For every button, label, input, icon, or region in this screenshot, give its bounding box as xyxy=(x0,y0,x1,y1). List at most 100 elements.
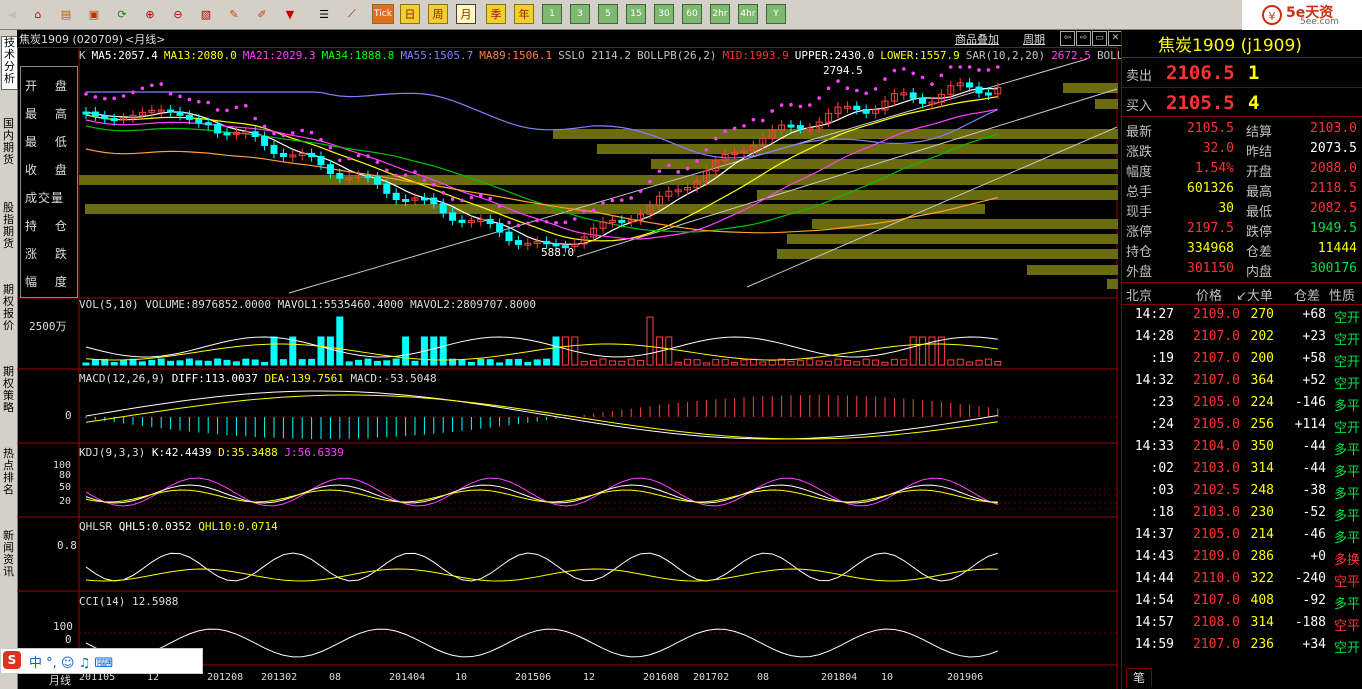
sar-dot xyxy=(911,71,915,76)
day-button[interactable]: 日 xyxy=(400,4,420,24)
tick-row[interactable]: 14:28 2107.0 202 +23 空开 xyxy=(1122,329,1362,349)
stats-row: 幅度 1.54% 开盘 2088.0 xyxy=(1122,160,1362,180)
tick-row[interactable]: :19 2107.0 200 +58 空开 xyxy=(1122,351,1362,371)
x-tick-label: 10 xyxy=(881,672,894,683)
min-15-button[interactable]: 15 xyxy=(626,4,646,24)
filter-icon[interactable]: ▼ xyxy=(280,4,300,24)
min-1-button[interactable]: 1 xyxy=(542,4,562,24)
volume-bar xyxy=(185,358,193,366)
volume-bar xyxy=(392,358,400,366)
scroll-right-icon[interactable]: ⇨ xyxy=(1076,31,1091,46)
back-icon[interactable]: ◀ xyxy=(2,4,22,24)
week-button[interactable]: 周 xyxy=(428,4,448,24)
sar-dot xyxy=(197,99,201,104)
tab-news[interactable]: 新闻资讯 xyxy=(1,530,16,580)
tick-row[interactable]: :02 2103.0 314 -44 多平 xyxy=(1122,461,1362,481)
tick-price: 2108.0 xyxy=(1193,615,1240,630)
scroll-left-icon[interactable]: ⇦ xyxy=(1060,31,1075,46)
mid-trend-line xyxy=(576,88,1118,258)
home-icon[interactable]: ⌂ xyxy=(28,4,48,24)
sar-dot xyxy=(732,126,737,131)
zoom-out-icon[interactable]: ⊖ xyxy=(168,4,188,24)
sar-dot xyxy=(103,96,107,101)
ime-status[interactable]: 中 °, ☺ ♫ ⌨ xyxy=(29,652,113,671)
tick-row[interactable]: 14:32 2107.0 364 +52 空开 xyxy=(1122,373,1362,393)
header-nature: 性质 xyxy=(1329,289,1356,304)
tab-hot-ranking[interactable]: 热点排名 xyxy=(1,448,16,498)
tick-nature: 多平 xyxy=(1333,597,1360,612)
volume-bar xyxy=(467,361,475,366)
news-icon[interactable]: ▣ xyxy=(84,4,104,24)
sar-dot xyxy=(770,109,774,113)
vol-ma1-line xyxy=(85,336,998,358)
tab-technical-analysis[interactable]: 技术分析 xyxy=(1,36,18,90)
tick-nature: 空开 xyxy=(1333,421,1360,436)
chart-canvas[interactable] xyxy=(17,47,1118,689)
list-icon[interactable]: ☰ xyxy=(314,4,334,24)
min-60-button[interactable]: 60 xyxy=(682,4,702,24)
tick-row[interactable]: :18 2103.0 230 -52 多平 xyxy=(1122,505,1362,525)
zoom-in-icon[interactable]: ⊕ xyxy=(140,4,160,24)
tick-row[interactable]: 14:33 2104.0 350 -44 多平 xyxy=(1122,439,1362,459)
refresh-icon[interactable]: ⟳ xyxy=(112,4,132,24)
quarter-button[interactable]: 季 xyxy=(486,4,506,24)
tick-row[interactable]: :23 2105.0 224 -146 多平 xyxy=(1122,395,1362,415)
tab-domestic-futures[interactable]: 国内期货 xyxy=(1,118,16,168)
sar-dot xyxy=(779,103,784,107)
price-legend-item: BOLL xyxy=(1096,49,1124,62)
hr-2-button[interactable]: 2hr xyxy=(710,4,730,24)
volume-bar xyxy=(345,361,353,366)
volume-bar xyxy=(947,359,955,366)
tick-row[interactable]: 14:43 2109.0 286 +0 多换 xyxy=(1122,549,1362,569)
hr-4-button[interactable]: 4hr xyxy=(738,4,758,24)
book-icon[interactable]: ▤ xyxy=(56,4,76,24)
draw-icon[interactable]: ✎ xyxy=(224,4,244,24)
period-title: <月线> xyxy=(125,33,166,46)
tick-row[interactable]: 14:27 2109.0 270 +68 空开 xyxy=(1122,307,1362,327)
sar-dot xyxy=(413,170,417,174)
marker-icon[interactable]: ✐ xyxy=(252,4,272,24)
min-30-button[interactable]: 30 xyxy=(654,4,674,24)
custom-period-button[interactable]: Y xyxy=(766,4,786,24)
commodity-overlay-button[interactable]: 商品叠加 xyxy=(955,31,999,47)
sar-dot xyxy=(638,189,643,193)
profile-bar xyxy=(651,159,1118,169)
tick-row[interactable]: 14:44 2110.0 322 -240 空平 xyxy=(1122,571,1362,591)
sar-dot xyxy=(601,201,605,205)
volume-bar xyxy=(458,359,466,366)
tick-row[interactable]: 14:37 2105.0 214 -46 多平 xyxy=(1122,527,1362,547)
year-button[interactable]: 年 xyxy=(514,4,534,24)
tab-option-quotes[interactable]: 期权报价 xyxy=(1,284,16,334)
stats-row: 持仓 334968 仓差 11444 xyxy=(1122,240,1362,260)
x-tick-label: 12 xyxy=(583,672,596,683)
ime-toolbar[interactable]: S 中 °, ☺ ♫ ⌨ xyxy=(0,648,203,674)
tick-row[interactable]: 14:54 2107.0 408 -92 多平 xyxy=(1122,593,1362,613)
min-3-button[interactable]: 3 xyxy=(570,4,590,24)
line-chart-icon[interactable]: ⟋ xyxy=(342,4,362,24)
tick-button[interactable]: Tick xyxy=(372,4,394,24)
sar-dot xyxy=(375,160,380,164)
volume-bar xyxy=(956,358,964,366)
cycle-button[interactable]: 周期 xyxy=(1023,31,1045,47)
tick-row[interactable]: :24 2105.0 256 +114 空开 xyxy=(1122,417,1362,437)
tick-price: 2107.0 xyxy=(1193,373,1240,388)
restore-icon[interactable]: ▭ xyxy=(1092,31,1107,46)
tab-option-strategy[interactable]: 期权策略 xyxy=(1,366,16,416)
ime-logo-icon[interactable]: S xyxy=(3,651,21,669)
tab-trades[interactable]: 笔 xyxy=(1126,668,1152,687)
tick-row[interactable]: 14:57 2108.0 314 -188 空平 xyxy=(1122,615,1362,635)
chart-area[interactable]: K MA5:2057.4 MA13:2080.0 MA21:2029.3 MA34:18… xyxy=(17,47,1123,689)
profile-bar xyxy=(597,144,1118,154)
window-icon[interactable]: ▧ xyxy=(196,4,216,24)
volume-bar xyxy=(82,362,90,366)
stats-row: 外盘 301150 内盘 300176 xyxy=(1122,260,1362,280)
sar-dot xyxy=(667,163,671,168)
month-button[interactable]: 月 xyxy=(456,4,476,24)
tab-index-futures[interactable]: 股指期货 xyxy=(1,202,16,252)
tick-row[interactable]: 14:59 2107.0 236 +34 空开 xyxy=(1122,637,1362,657)
min-5-button[interactable]: 5 xyxy=(598,4,618,24)
sar-dot xyxy=(864,91,868,96)
tick-price: 2107.0 xyxy=(1193,329,1240,344)
tick-row[interactable]: :03 2102.5 248 -38 多平 xyxy=(1122,483,1362,503)
volume-bar xyxy=(439,336,447,366)
